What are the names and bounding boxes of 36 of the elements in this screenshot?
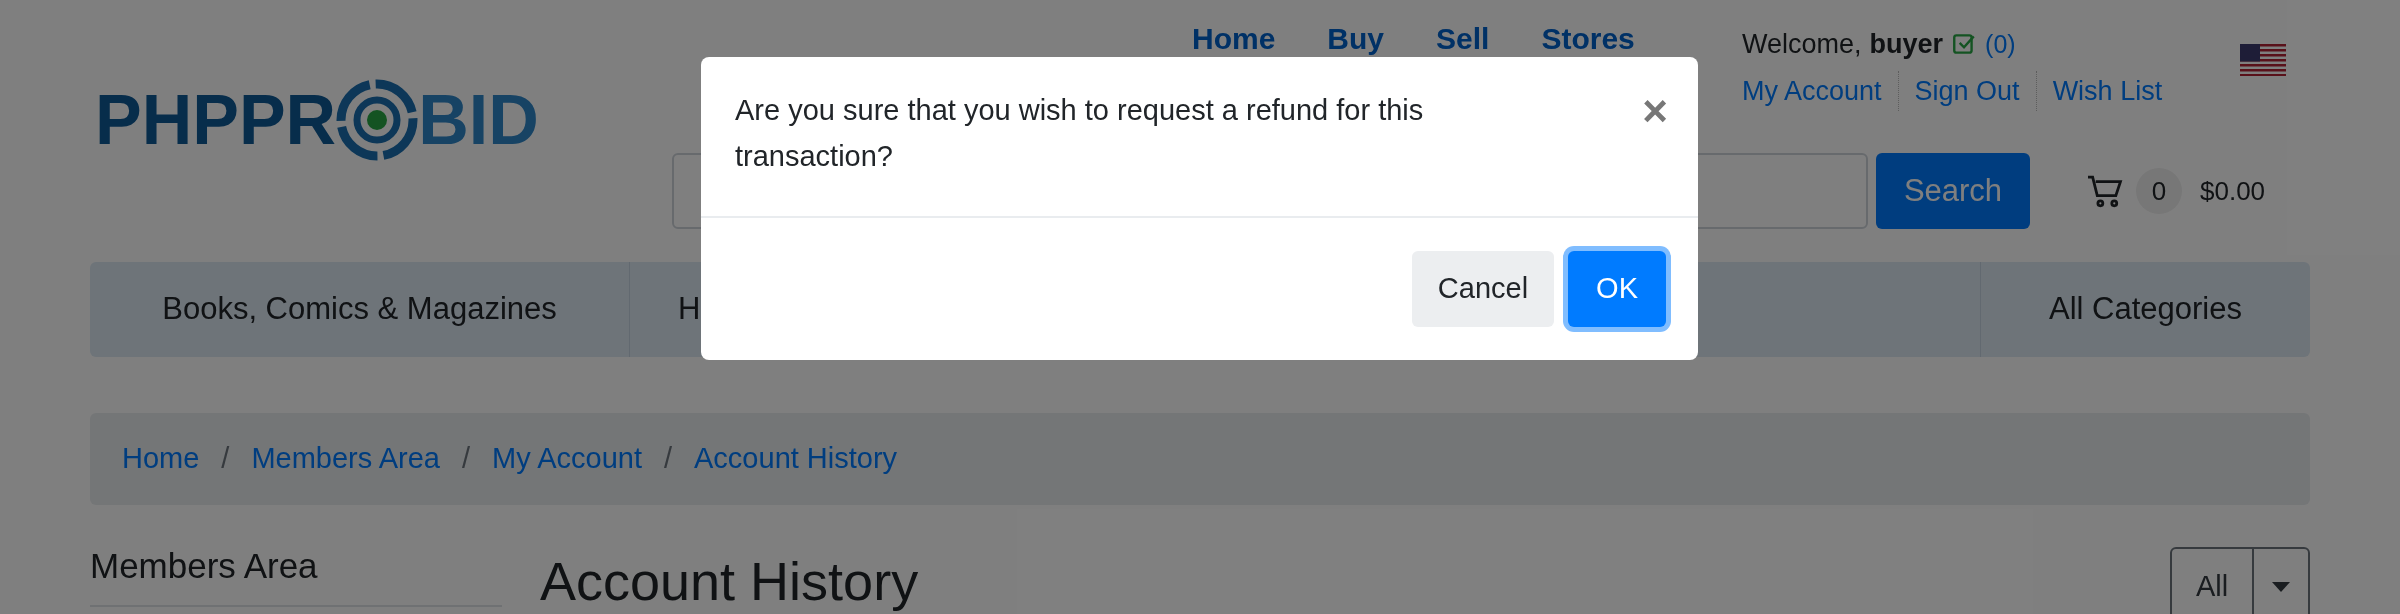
nav-link[interactable]: Home (1192, 16, 1276, 61)
page-title: Account History (540, 550, 919, 613)
breadcrumb-separator: / (220, 441, 231, 477)
breadcrumb-link[interactable]: Account History (694, 437, 898, 481)
cart-icon[interactable] (2086, 174, 2124, 208)
breadcrumb-separator: / (662, 441, 674, 477)
category-link[interactable]: All Categories (2049, 286, 2242, 333)
breadcrumb-separator: / (461, 441, 472, 477)
caret-icon (2272, 582, 2290, 592)
category-link[interactable]: Books, Comics & Magazines (162, 286, 557, 333)
breadcrumb-link[interactable]: My Account (492, 437, 642, 481)
message-count[interactable]: (0) (1985, 25, 2016, 63)
nav-link[interactable]: Buy (1327, 16, 1385, 61)
cancel-button[interactable]: Cancel (1411, 251, 1555, 327)
filter-value: All (2172, 549, 2254, 614)
username: buyer (1869, 28, 1944, 61)
account-link[interactable]: My Account (1742, 70, 1898, 111)
logo-text[interactable]: BID (418, 82, 539, 158)
account-link[interactable]: Sign Out (1897, 70, 2036, 111)
category-link[interactable]: H (678, 286, 701, 333)
cart-total: $0.00 (2200, 174, 2266, 208)
filter-dropdown[interactable]: All (2170, 547, 2310, 614)
dialog-message: Are you sure that you wish to request a refund for this transaction? (735, 93, 1425, 174)
welcome-text: Welcome, (1742, 28, 1862, 61)
logo-text[interactable]: PHPPR (95, 82, 337, 158)
close-button[interactable]: × (1642, 89, 1668, 133)
flag-icon[interactable] (2240, 44, 2286, 76)
search-button[interactable]: Search (1876, 153, 2030, 229)
nav-link[interactable]: Sell (1436, 16, 1490, 61)
sidebar-heading: Members Area (90, 545, 319, 587)
cart-count: 0 (2136, 168, 2182, 214)
breadcrumb-link[interactable]: Members Area (251, 437, 440, 481)
target-icon (336, 79, 419, 161)
account-link[interactable]: Wish List (2035, 70, 2179, 111)
nav-link[interactable]: Stores (1541, 16, 1635, 61)
breadcrumb-link[interactable]: Home (122, 437, 200, 481)
